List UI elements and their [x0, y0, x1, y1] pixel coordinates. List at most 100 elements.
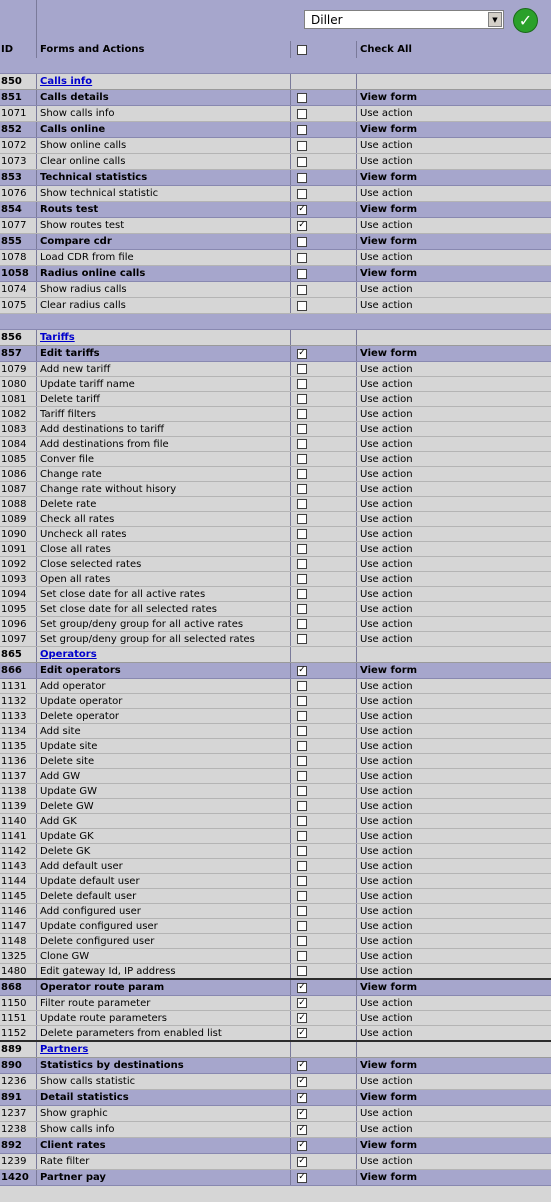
permission-checkbox[interactable]: ✓	[297, 1028, 307, 1038]
permission-checkbox[interactable]	[297, 124, 307, 135]
checkbox-cell	[291, 298, 357, 313]
row-type-label: View form	[360, 982, 418, 993]
permission-checkbox[interactable]	[297, 771, 307, 781]
permission-checkbox[interactable]	[297, 574, 307, 584]
permission-checkbox[interactable]	[297, 756, 307, 766]
action-row: 1237 Show graphic ✓ Use action	[0, 1106, 551, 1122]
permission-checkbox[interactable]: ✓	[297, 1076, 307, 1087]
permission-checkbox[interactable]	[297, 439, 307, 449]
permission-checkbox[interactable]	[297, 544, 307, 554]
permission-checkbox[interactable]	[297, 140, 307, 151]
permission-checkbox[interactable]	[297, 364, 307, 374]
permission-checkbox[interactable]: ✓	[297, 348, 307, 359]
permission-checkbox[interactable]	[297, 966, 307, 976]
group-row: 865 Operators	[0, 647, 551, 663]
permission-checkbox[interactable]: ✓	[297, 1108, 307, 1119]
permission-checkbox[interactable]: ✓	[297, 1172, 307, 1183]
form-row: 1420 Partner pay ✓ View form	[0, 1170, 551, 1186]
permission-checkbox[interactable]	[297, 696, 307, 706]
permission-checkbox[interactable]: ✓	[297, 220, 307, 231]
checkbox-cell: ✓	[291, 1011, 357, 1025]
permission-checkbox[interactable]	[297, 741, 307, 751]
checkbox-cell: ✓	[291, 996, 357, 1010]
permission-checkbox[interactable]	[297, 454, 307, 464]
row-id: 1071	[0, 106, 37, 121]
permission-checkbox[interactable]	[297, 951, 307, 961]
permission-checkbox[interactable]	[297, 409, 307, 419]
permission-checkbox[interactable]	[297, 188, 307, 199]
permission-checkbox[interactable]	[297, 801, 307, 811]
permission-checkbox[interactable]: ✓	[297, 1156, 307, 1167]
row-type-label: Use action	[360, 633, 413, 645]
permission-checkbox[interactable]	[297, 252, 307, 263]
permission-checkbox[interactable]	[297, 469, 307, 479]
group-link[interactable]: Tariffs	[37, 330, 291, 345]
permission-checkbox[interactable]	[297, 681, 307, 691]
permission-checkbox[interactable]	[297, 921, 307, 931]
permission-checkbox[interactable]	[297, 394, 307, 404]
permission-checkbox[interactable]	[297, 156, 307, 167]
permission-checkbox[interactable]	[297, 559, 307, 569]
action-row: 1075 Clear radius calls Use action	[0, 298, 551, 314]
permission-checkbox[interactable]	[297, 906, 307, 916]
permission-checkbox[interactable]: ✓	[297, 665, 307, 676]
permission-checkbox[interactable]	[297, 92, 307, 103]
permission-checkbox[interactable]	[297, 379, 307, 389]
checkbox-cell: ✓	[291, 202, 357, 217]
row-type-label: Use action	[360, 618, 413, 630]
row-id: 1145	[0, 889, 37, 903]
permission-checkbox[interactable]	[297, 604, 307, 614]
permission-checkbox[interactable]: ✓	[297, 1060, 307, 1071]
permission-checkbox[interactable]	[297, 861, 307, 871]
action-row: 1092 Close selected rates Use action	[0, 557, 551, 572]
row-id: 854	[0, 202, 37, 217]
permission-checkbox[interactable]	[297, 514, 307, 524]
permission-checkbox[interactable]	[297, 634, 307, 644]
permission-checkbox[interactable]	[297, 484, 307, 494]
permission-checkbox[interactable]	[297, 268, 307, 279]
group-link[interactable]: Partners	[37, 1042, 291, 1057]
permission-checkbox[interactable]: ✓	[297, 982, 307, 993]
permission-checkbox[interactable]	[297, 424, 307, 434]
form-row: 868 Operator route param ✓ View form	[0, 980, 551, 996]
row-id: 1139	[0, 799, 37, 813]
permission-checkbox[interactable]: ✓	[297, 1092, 307, 1103]
permission-checkbox[interactable]	[297, 284, 307, 295]
permission-checkbox[interactable]	[297, 876, 307, 886]
action-row: 1236 Show calls statistic ✓ Use action	[0, 1074, 551, 1090]
permission-checkbox[interactable]: ✓	[297, 1013, 307, 1023]
permission-checkbox[interactable]: ✓	[297, 1140, 307, 1151]
checkbox-cell	[291, 422, 357, 436]
permission-checkbox[interactable]	[297, 529, 307, 539]
permission-checkbox[interactable]	[297, 726, 307, 736]
permission-checkbox[interactable]: ✓	[297, 204, 307, 215]
permission-checkbox[interactable]	[297, 936, 307, 946]
permission-checkbox[interactable]	[297, 619, 307, 629]
row-id: 1238	[0, 1122, 37, 1137]
row-type-label: Use action	[360, 725, 413, 737]
permission-checkbox[interactable]	[297, 108, 307, 119]
permission-checkbox[interactable]	[297, 891, 307, 901]
permission-checkbox[interactable]	[297, 499, 307, 509]
permission-checkbox[interactable]: ✓	[297, 998, 307, 1008]
permission-checkbox[interactable]	[297, 831, 307, 841]
permission-checkbox[interactable]	[297, 236, 307, 247]
group-link[interactable]: Operators	[37, 647, 291, 662]
empty-cell	[357, 330, 551, 345]
permission-checkbox[interactable]	[297, 711, 307, 721]
permission-checkbox[interactable]	[297, 172, 307, 183]
action-row: 1091 Close all rates Use action	[0, 542, 551, 557]
permission-checkbox[interactable]	[297, 786, 307, 796]
row-type-label: Use action	[360, 513, 413, 525]
row-type-label: Use action	[360, 603, 413, 615]
permission-checkbox[interactable]	[297, 846, 307, 856]
row-id: 850	[0, 74, 37, 89]
form-row: 853 Technical statistics View form	[0, 170, 551, 186]
row-name: Delete GW	[37, 799, 291, 813]
group-link[interactable]: Calls info	[37, 74, 291, 89]
permission-checkbox[interactable]	[297, 816, 307, 826]
row-name: Set group/deny group for all active rate…	[37, 617, 291, 631]
permission-checkbox[interactable]	[297, 300, 307, 311]
permission-checkbox[interactable]: ✓	[297, 1124, 307, 1135]
permission-checkbox[interactable]	[297, 589, 307, 599]
